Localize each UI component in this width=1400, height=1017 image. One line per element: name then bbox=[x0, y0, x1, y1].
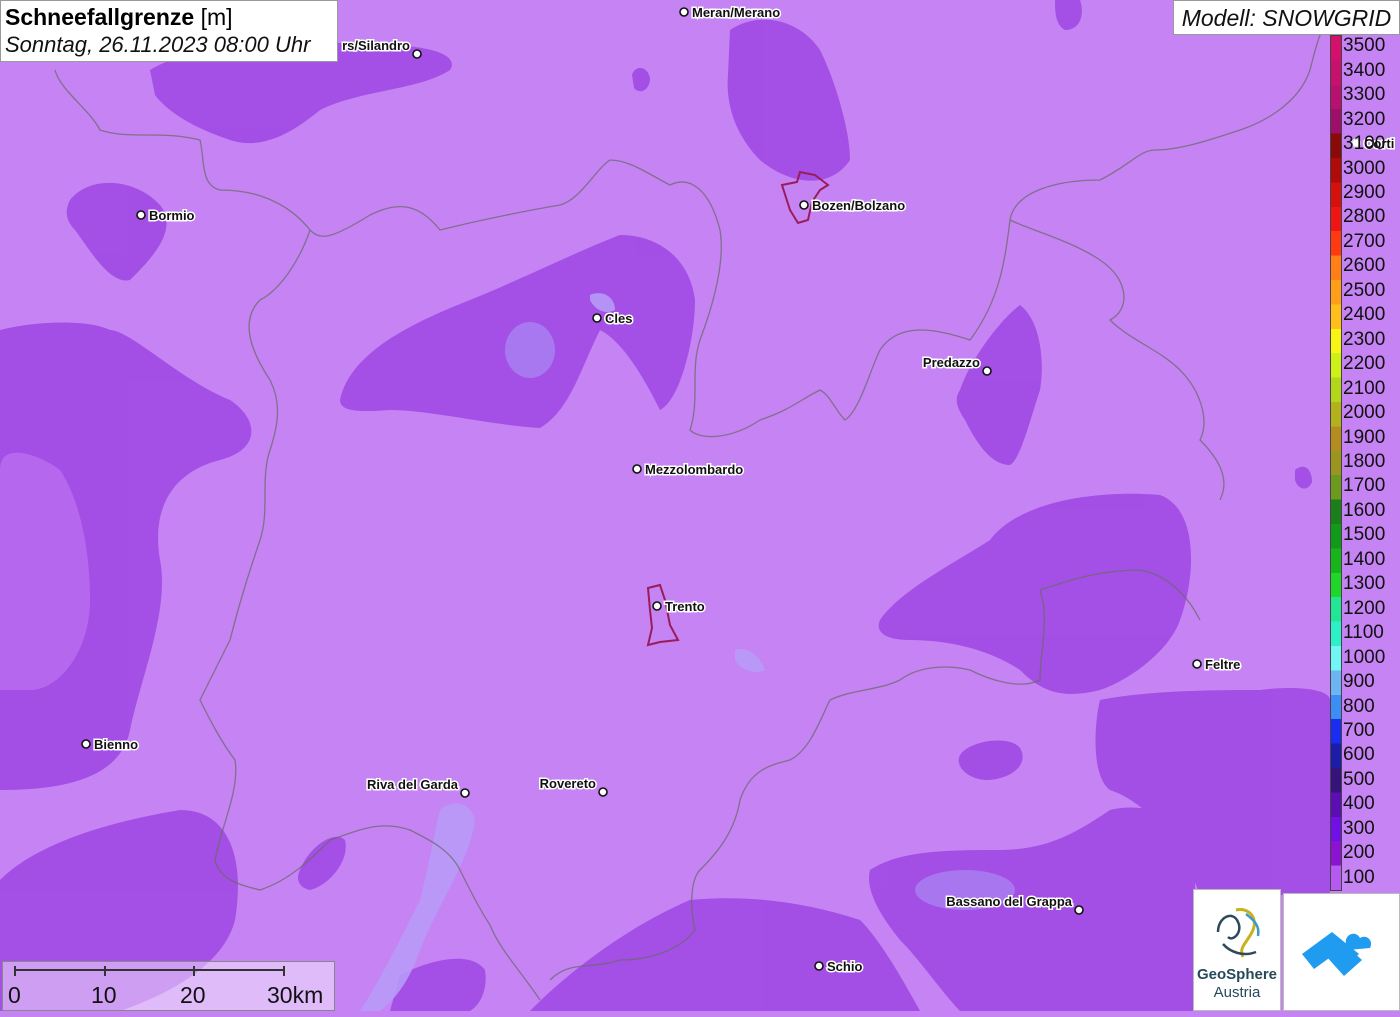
legend-label-1100: 1100 bbox=[1343, 622, 1384, 644]
city-label-rs-silandro: rs/Silandro bbox=[342, 38, 410, 53]
city-label-bormio: Bormio bbox=[149, 208, 195, 223]
city-label-bienno: Bienno bbox=[94, 737, 138, 752]
legend-label-600: 600 bbox=[1343, 744, 1375, 766]
city-marker-cles bbox=[592, 313, 602, 323]
scale-label-30km: 30km bbox=[267, 982, 324, 1008]
city-label-predazzo: Predazzo bbox=[923, 355, 980, 370]
title-box: Schneefallgrenze [m] Sonntag, 26.11.2023… bbox=[0, 0, 338, 62]
color-legend: 3500 3400 3300 3200 3100 3000 2900 2800 2700 2600… bbox=[1328, 35, 1400, 891]
legend-label-3500: 3500 bbox=[1343, 35, 1386, 57]
city-marker-bormio bbox=[136, 210, 146, 220]
logo-line1: GeoSphere bbox=[1196, 966, 1278, 983]
legend-label-400: 400 bbox=[1343, 793, 1375, 815]
city-marker-riva-del-garda bbox=[460, 788, 470, 798]
legend-label-2800: 2800 bbox=[1343, 206, 1386, 228]
legend-label-700: 700 bbox=[1343, 720, 1375, 742]
legend-label-2500: 2500 bbox=[1343, 279, 1386, 301]
city-label-schio: Schio bbox=[827, 959, 862, 974]
city-marker-predazzo bbox=[982, 366, 992, 376]
city-marker-bienno bbox=[81, 739, 91, 749]
map-datetime: Sonntag, 26.11.2023 08:00 Uhr bbox=[5, 32, 311, 57]
legend-label-1800: 1800 bbox=[1343, 451, 1386, 472]
city-marker-meran-merano bbox=[679, 7, 689, 17]
legend-label-2200: 2200 bbox=[1343, 353, 1386, 375]
legend-label-3200: 3200 bbox=[1343, 108, 1386, 130]
city-marker-trento bbox=[652, 601, 662, 611]
map-title: Schneefallgrenze bbox=[5, 4, 195, 30]
legend-label-3400: 3400 bbox=[1343, 59, 1386, 81]
city-marker-rovereto bbox=[598, 787, 608, 797]
city-label-bozen-bolzano: Bozen/Bolzano bbox=[812, 198, 905, 213]
legend-label-200: 200 bbox=[1343, 842, 1375, 864]
logo-line2: Austria bbox=[1213, 984, 1261, 1001]
city-marker-bassano-del-grappa bbox=[1074, 905, 1084, 915]
city-label-cles: Cles bbox=[605, 311, 632, 326]
legend-label-1700: 1700 bbox=[1343, 475, 1386, 497]
legend-label-1500: 1500 bbox=[1343, 524, 1386, 546]
legend-label-1600: 1600 bbox=[1343, 499, 1386, 521]
legend-label-100: 100 bbox=[1343, 866, 1375, 888]
cloud-mountain-icon bbox=[1302, 932, 1372, 976]
legend-label-3000: 3000 bbox=[1343, 157, 1386, 179]
city-label-feltre: Feltre bbox=[1205, 657, 1240, 672]
scale-bar: 0 10 20 30km bbox=[2, 961, 335, 1011]
legend-label-2400: 2400 bbox=[1343, 304, 1386, 326]
city-marker-feltre bbox=[1192, 659, 1202, 669]
legend-label-300: 300 bbox=[1343, 817, 1375, 839]
legend-label-2000: 2000 bbox=[1343, 402, 1386, 424]
legend-label-1000: 1000 bbox=[1343, 646, 1386, 668]
weather-app-logo[interactable] bbox=[1283, 893, 1400, 1011]
legend-label-1200: 1200 bbox=[1343, 597, 1386, 619]
city-marker-schio bbox=[814, 961, 824, 971]
legend-label-800: 800 bbox=[1343, 695, 1375, 717]
legend-label-2700: 2700 bbox=[1343, 230, 1386, 252]
legend-label-1400: 1400 bbox=[1343, 548, 1386, 570]
city-marker-rs-silandro bbox=[412, 49, 422, 59]
city-label-trento: Trento bbox=[665, 599, 705, 614]
legend-label-2900: 2900 bbox=[1343, 181, 1386, 203]
map-unit: [m] bbox=[194, 4, 233, 30]
legend-label-1300: 1300 bbox=[1343, 573, 1386, 595]
scale-label-20: 20 bbox=[180, 982, 206, 1008]
city-label-mezzolombardo: Mezzolombardo bbox=[645, 462, 743, 477]
city-label-bassano-del-grappa: Bassano del Grappa bbox=[946, 894, 1072, 909]
city-label-rovereto: Rovereto bbox=[540, 776, 596, 791]
geosphere-logo[interactable]: GeoSphere Austria bbox=[1193, 889, 1281, 1011]
city-marker-bozen-bolzano bbox=[799, 200, 809, 210]
map-canvas[interactable]: Meran/Merano rs/Silandro Bormio Bozen/Bolza… bbox=[0, 0, 1400, 1011]
city-label-riva-del-garda: Riva del Garda bbox=[367, 777, 459, 792]
legend-label-3100: 3100 bbox=[1343, 133, 1386, 155]
scale-label-0: 0 bbox=[8, 982, 21, 1008]
city-marker-mezzolombardo bbox=[632, 464, 642, 474]
legend-label-500: 500 bbox=[1343, 768, 1375, 790]
legend-label-2300: 2300 bbox=[1343, 328, 1386, 350]
scale-label-10: 10 bbox=[91, 982, 117, 1008]
legend-label-2600: 2600 bbox=[1343, 255, 1386, 277]
model-label: Modell: SNOWGRID bbox=[1173, 0, 1400, 35]
legend-label-900: 900 bbox=[1343, 671, 1375, 693]
legend-label-3300: 3300 bbox=[1343, 84, 1386, 106]
legend-label-1900: 1900 bbox=[1343, 426, 1386, 448]
legend-label-2100: 2100 bbox=[1343, 377, 1386, 399]
legend-color-bar bbox=[1330, 35, 1342, 891]
geosphere-icon bbox=[1216, 907, 1260, 958]
city-label-meran-merano: Meran/Merano bbox=[692, 5, 780, 20]
